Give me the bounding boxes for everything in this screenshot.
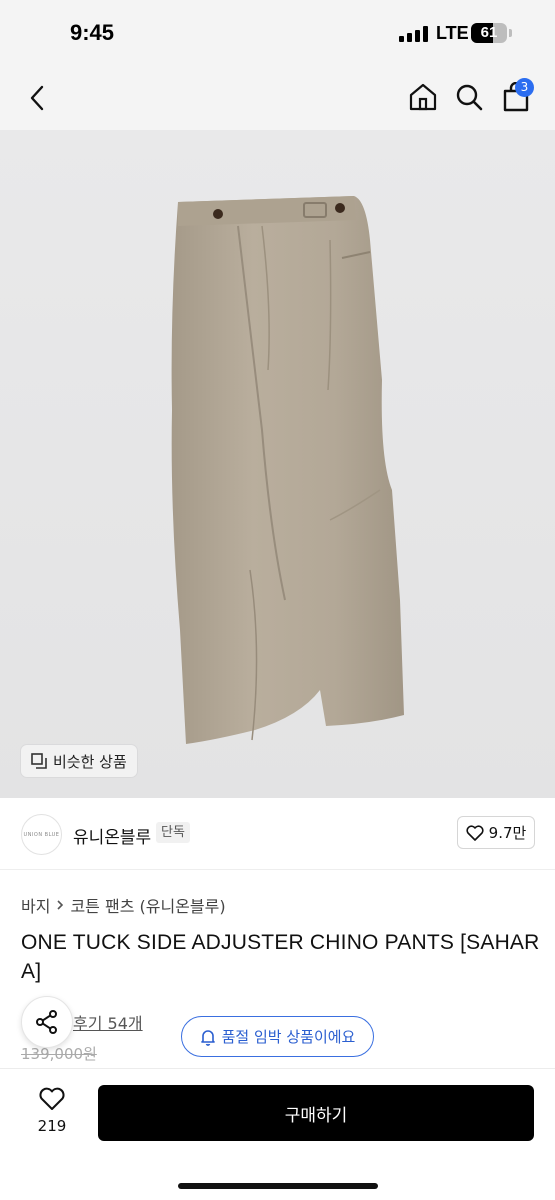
search-icon: [456, 84, 483, 111]
wishlist-button[interactable]: 219: [22, 1087, 82, 1135]
heart-icon: [39, 1087, 65, 1110]
stock-alert-pill: 품절 임박 상품이에요: [181, 1016, 374, 1057]
copy-icon: [31, 753, 47, 769]
battery-icon: 61: [471, 23, 507, 43]
breadcrumb: 바지 코튼 팬츠 (유니온블루): [21, 893, 226, 917]
similar-products-button[interactable]: 비슷한 상품: [21, 745, 137, 777]
breadcrumb-subcategory[interactable]: 코튼 팬츠 (유니온블루): [70, 893, 225, 917]
back-button[interactable]: [20, 80, 56, 116]
reviews-link[interactable]: 후기 54개: [73, 1010, 143, 1034]
app-header: [0, 66, 555, 130]
share-button[interactable]: [21, 996, 73, 1048]
signal-icon: [399, 26, 429, 42]
stock-alert-text: 품절 임박 상품이에요: [221, 1028, 356, 1046]
breadcrumb-category[interactable]: 바지: [21, 893, 50, 917]
network-label: LTE: [436, 23, 469, 43]
seller-logo[interactable]: UNION BLUE: [21, 814, 62, 855]
status-bar: 9:45 LTE 61: [0, 0, 555, 66]
exclusive-badge: 단독: [156, 822, 190, 843]
seller-name[interactable]: 유니온블루: [73, 823, 151, 848]
share-icon: [36, 1010, 57, 1034]
seller-logo-text: UNION BLUE: [23, 831, 60, 838]
home-icon: [409, 83, 437, 111]
battery-level: 61: [480, 24, 498, 41]
seller-row[interactable]: UNION BLUE 유니온블루 단독 9.7만: [0, 798, 555, 870]
product-photo: [171, 196, 404, 744]
home-button[interactable]: [404, 78, 442, 116]
seller-like-count: 9.7만: [488, 824, 527, 842]
heart-icon: [466, 824, 484, 841]
bell-icon: [200, 1029, 215, 1046]
home-indicator: [178, 1183, 378, 1189]
wishlist-count: 219: [37, 1117, 67, 1135]
battery-tip: [509, 29, 512, 37]
cart-badge: 3: [515, 78, 534, 97]
product-image[interactable]: [0, 130, 555, 798]
bottom-action-bar: 219 구매하기: [0, 1068, 555, 1200]
seller-like-button[interactable]: 9.7만: [457, 816, 535, 849]
chevron-right-icon: [57, 900, 64, 910]
search-button[interactable]: [450, 78, 488, 116]
chevron-left-icon: [30, 85, 44, 111]
product-title: ONE TUCK SIDE ADJUSTER CHINO PANTS [SAHA…: [21, 931, 540, 983]
status-time: 9:45: [70, 20, 115, 45]
buy-button[interactable]: 구매하기: [98, 1085, 534, 1141]
original-price: 139,000원: [21, 1045, 97, 1063]
similar-products-label: 비슷한 상품: [53, 752, 127, 771]
